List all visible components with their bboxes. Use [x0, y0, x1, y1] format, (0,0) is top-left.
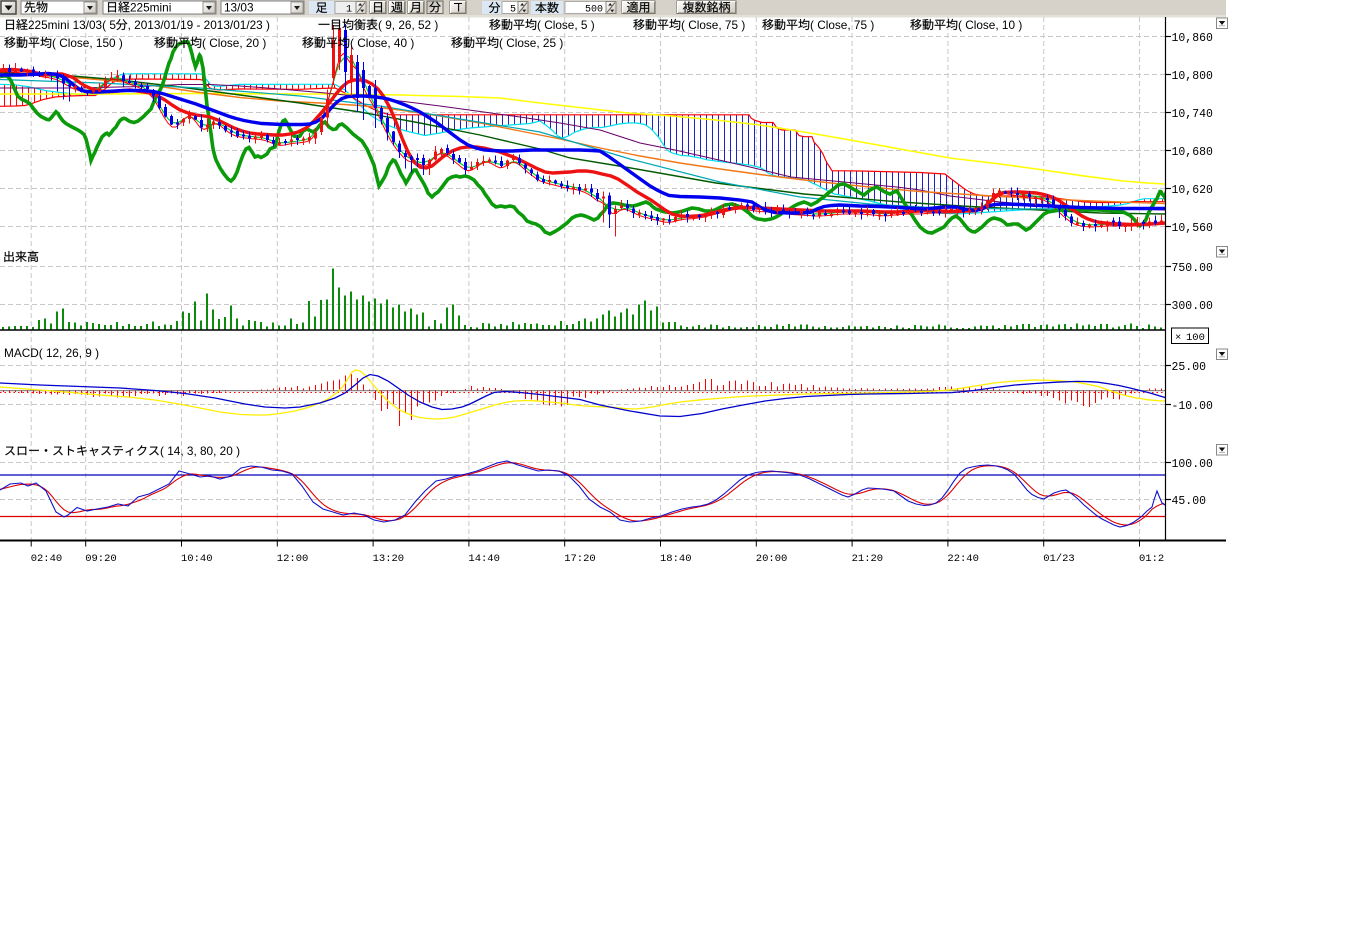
svg-text:12:00: 12:00	[277, 553, 309, 565]
svg-text:T: T	[455, 1, 462, 15]
svg-text:10,740: 10,740	[1172, 108, 1214, 121]
svg-text:17:20: 17:20	[564, 553, 596, 565]
svg-text:225mini: 225mini	[130, 1, 171, 15]
svg-text:09:20: 09:20	[85, 553, 117, 565]
svg-text:225mini 13/03( 5: 225mini 13/03( 5	[28, 18, 116, 32]
svg-text:500: 500	[585, 5, 603, 16]
svg-text:18:40: 18:40	[660, 553, 692, 565]
svg-text:5: 5	[510, 5, 516, 16]
svg-text:( Close, 10 ): ( Close, 10 )	[958, 18, 1022, 32]
svg-text:10,860: 10,860	[1172, 32, 1214, 45]
svg-text:( Close, 5 ): ( Close, 5 )	[537, 18, 595, 32]
svg-text:10,680: 10,680	[1172, 146, 1214, 159]
svg-text:( 14, 3, 80, 20 ): ( 14, 3, 80, 20 )	[160, 444, 240, 458]
svg-text:( Close, 20 ): ( Close, 20 )	[202, 36, 266, 50]
svg-text:100: 100	[1186, 332, 1205, 344]
svg-text:25.00: 25.00	[1172, 361, 1207, 374]
svg-text:45.00: 45.00	[1172, 495, 1207, 508]
svg-text:10,560: 10,560	[1172, 222, 1214, 235]
svg-text:10:40: 10:40	[181, 553, 213, 565]
svg-text:22:40: 22:40	[947, 553, 979, 565]
svg-text:( Close, 25 ): ( Close, 25 )	[499, 36, 563, 50]
svg-text:13/03: 13/03	[224, 1, 254, 15]
svg-text:×: ×	[1175, 332, 1181, 344]
svg-text:01/23: 01/23	[1043, 553, 1075, 565]
svg-text:( Close, 75 ): ( Close, 75 )	[810, 18, 874, 32]
svg-text:MACD( 12, 26, 9 ): MACD( 12, 26, 9 )	[4, 346, 99, 360]
svg-text:14:40: 14:40	[468, 553, 500, 565]
svg-text:( Close, 75 ): ( Close, 75 )	[681, 18, 745, 32]
svg-text:( Close, 40 ): ( Close, 40 )	[350, 36, 414, 50]
svg-text:-10.00: -10.00	[1172, 400, 1214, 413]
svg-text:10,620: 10,620	[1172, 184, 1214, 197]
svg-text:300.00: 300.00	[1172, 300, 1214, 313]
svg-text:20:00: 20:00	[756, 553, 788, 565]
svg-text:10,800: 10,800	[1172, 70, 1214, 83]
svg-text:1: 1	[346, 5, 352, 16]
svg-text:, 2013/01/19 - 2013/01/23 ): , 2013/01/19 - 2013/01/23 )	[128, 18, 270, 32]
svg-text:( Close, 150 ): ( Close, 150 )	[52, 36, 123, 50]
svg-text:02:40: 02:40	[31, 553, 63, 565]
svg-text:21:20: 21:20	[852, 553, 884, 565]
svg-text:750.00: 750.00	[1172, 262, 1214, 275]
svg-text:( 9, 26, 52 ): ( 9, 26, 52 )	[378, 18, 438, 32]
svg-text:100.00: 100.00	[1172, 458, 1214, 471]
svg-text:13:20: 13:20	[373, 553, 405, 565]
